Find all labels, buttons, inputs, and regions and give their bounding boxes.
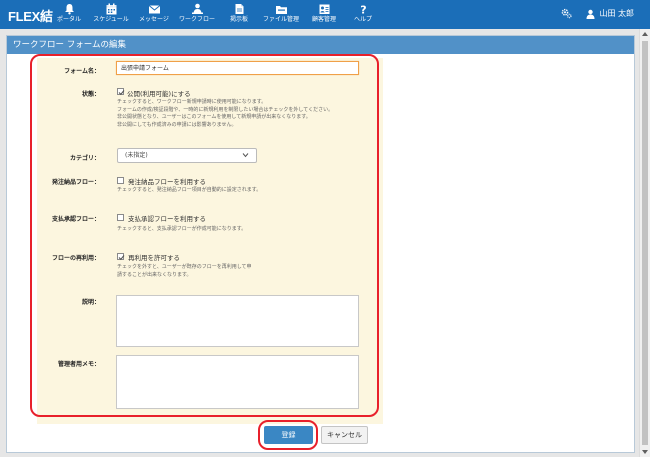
scroll-thumb[interactable] <box>642 41 648 445</box>
bell-icon <box>64 4 74 15</box>
nav-portal[interactable]: ポータル <box>50 2 88 23</box>
workflow-icon <box>191 3 203 14</box>
calendar-icon <box>106 3 116 15</box>
nav-label-workflow: ワークフロー <box>178 16 215 23</box>
nav-help[interactable]: ? ヘルプ <box>344 2 382 23</box>
nav-file[interactable]: ファイル管理 <box>258 2 304 23</box>
vertical-scrollbar[interactable] <box>639 29 650 457</box>
top-nav-bar: FLEX結 ポータル スケジュール メッセージ ワークフロー 掲示板 ファイル管… <box>0 0 650 29</box>
form-highlight-frame <box>30 54 379 417</box>
register-button[interactable]: 登録 <box>264 426 313 444</box>
nav-schedule[interactable]: スケジュール <box>88 2 134 23</box>
svg-text:?: ? <box>360 4 366 16</box>
main-nav: ポータル スケジュール メッセージ ワークフロー 掲示板 ファイル管理 顧客管理… <box>50 2 382 23</box>
nav-label-board: 掲示板 <box>229 16 248 23</box>
cancel-button[interactable]: キャンセル <box>321 426 368 444</box>
folder-icon <box>275 6 287 14</box>
scroll-up-icon[interactable] <box>642 32 648 36</box>
gear-icon[interactable] <box>561 8 573 19</box>
page-title: ワークフロー フォームの編集 <box>7 36 634 54</box>
question-icon: ? <box>360 4 366 16</box>
nav-label-file: ファイル管理 <box>262 16 299 23</box>
nav-label-help: ヘルプ <box>353 16 372 23</box>
nav-label-portal: ポータル <box>56 16 81 23</box>
nav-label-message: メッセージ <box>139 16 169 23</box>
user-name[interactable]: 山田 太郎 <box>599 8 634 19</box>
envelope-icon <box>148 5 160 14</box>
app-logo[interactable]: FLEX結 <box>8 6 53 25</box>
scroll-down-icon[interactable] <box>642 450 648 454</box>
board-icon <box>235 4 243 14</box>
nav-board[interactable]: 掲示板 <box>220 2 258 23</box>
user-icon <box>586 9 595 19</box>
nav-label-customer: 顧客管理 <box>311 16 336 23</box>
user-area: 山田 太郎 <box>561 8 634 19</box>
nav-customer[interactable]: 顧客管理 <box>304 2 344 23</box>
customer-icon <box>319 4 329 14</box>
nav-workflow[interactable]: ワークフロー <box>174 2 220 23</box>
nav-message[interactable]: メッセージ <box>134 2 174 23</box>
nav-label-schedule: スケジュール <box>93 16 129 23</box>
